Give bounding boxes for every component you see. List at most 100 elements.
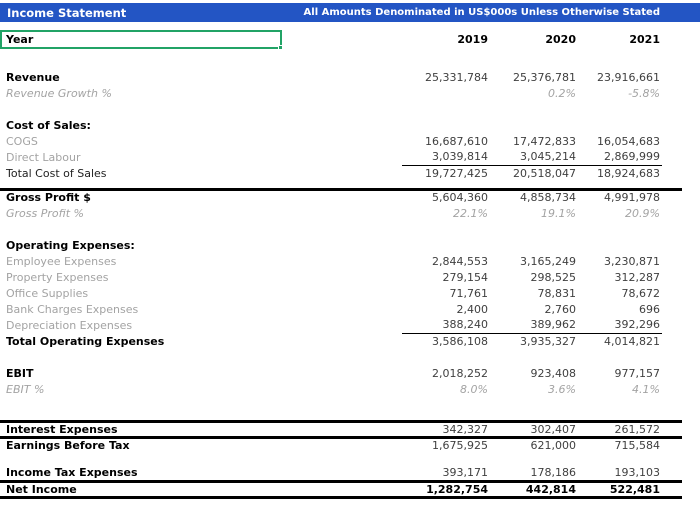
cell-pad: [662, 253, 682, 269]
cell-label[interactable]: Net Income: [0, 481, 282, 499]
cell-value-2019[interactable]: [402, 117, 490, 133]
cell-value-2019[interactable]: 25,331,784: [402, 69, 490, 85]
cell-label[interactable]: COGS: [0, 133, 282, 149]
cell-value-2020[interactable]: 178,186: [490, 465, 578, 483]
cell-value-2021[interactable]: 193,103: [578, 465, 662, 483]
cell-value-2021[interactable]: 4,014,821: [578, 332, 662, 349]
cell-value-2021[interactable]: [578, 237, 662, 253]
cell-value-2021[interactable]: 16,054,683: [578, 133, 662, 149]
cell-value-2019[interactable]: 1,675,925: [402, 437, 490, 453]
cell-value-2020[interactable]: 3,165,249: [490, 253, 578, 269]
cell-label[interactable]: Employee Expenses: [0, 253, 282, 269]
col-header-2019[interactable]: 2019: [402, 30, 490, 49]
cell-value-2021[interactable]: 977,157: [578, 365, 662, 381]
cell-label[interactable]: Cost of Sales:: [0, 117, 282, 133]
selected-cell-year[interactable]: Year: [0, 30, 282, 49]
cell-value-2019[interactable]: 16,687,610: [402, 133, 490, 149]
cell-value-2019[interactable]: 19,727,425: [402, 164, 490, 181]
cell-value-2021[interactable]: 696: [578, 301, 662, 317]
cell-value-2019[interactable]: 3,039,814: [402, 149, 490, 165]
cell-value-2021[interactable]: 23,916,661: [578, 69, 662, 85]
cell-value-2021[interactable]: 261,572: [578, 419, 662, 439]
cell-value-2019[interactable]: 388,240: [402, 317, 490, 333]
cell-value-2020[interactable]: 78,831: [490, 285, 578, 301]
cell-value-2021[interactable]: 2,869,999: [578, 149, 662, 165]
cell-value-2020[interactable]: 302,407: [490, 419, 578, 439]
cell-value-2019[interactable]: 2,844,553: [402, 253, 490, 269]
cell-value-2021[interactable]: 392,296: [578, 317, 662, 333]
cell-value-2019[interactable]: 1,282,754: [402, 481, 490, 499]
cell-pad: [662, 133, 682, 149]
cell-value-2021[interactable]: [578, 117, 662, 133]
cell-value-2019[interactable]: [402, 237, 490, 253]
cell-value-2019[interactable]: 3,586,108: [402, 332, 490, 349]
cell-label[interactable]: Total Cost of Sales: [0, 165, 282, 181]
cell-value-2020[interactable]: 923,408: [490, 365, 578, 381]
cell-value-2020[interactable]: [490, 117, 578, 133]
cell-label[interactable]: Interest Expenses: [0, 419, 282, 439]
cell-label[interactable]: Direct Labour: [0, 149, 282, 165]
cell-value-2019[interactable]: 393,171: [402, 465, 490, 483]
cell-value-2020[interactable]: 2,760: [490, 301, 578, 317]
cell-value-2021[interactable]: 522,481: [578, 481, 662, 499]
cell-label[interactable]: EBIT: [0, 365, 282, 381]
cell-value-2020[interactable]: 3,935,327: [490, 332, 578, 349]
col-header-2020[interactable]: 2020: [490, 30, 578, 49]
cell-value-2021[interactable]: 3,230,871: [578, 253, 662, 269]
cell-value-2019[interactable]: 2,018,252: [402, 365, 490, 381]
cell-label[interactable]: Revenue: [0, 69, 282, 85]
cell-value-2019[interactable]: 22.1%: [402, 205, 490, 221]
cell-value-2020[interactable]: 17,472,833: [490, 133, 578, 149]
cell-label[interactable]: Office Supplies: [0, 285, 282, 301]
cell-value-2020[interactable]: 621,000: [490, 437, 578, 453]
cell-value-2021[interactable]: 78,672: [578, 285, 662, 301]
cell-pad: [662, 437, 682, 453]
cell-value-2021[interactable]: 4.1%: [578, 381, 662, 397]
cell-label[interactable]: Depreciation Expenses: [0, 317, 282, 333]
cell-label[interactable]: Gross Profit $: [0, 189, 282, 205]
cell-value-2021[interactable]: 20.9%: [578, 205, 662, 221]
cell-value-2021[interactable]: -5.8%: [578, 85, 662, 101]
cell-label[interactable]: Income Tax Expenses: [0, 465, 282, 483]
cell-value-2020[interactable]: [490, 237, 578, 253]
cell-value-2019[interactable]: 2,400: [402, 301, 490, 317]
col-header-2021[interactable]: 2021: [578, 30, 662, 49]
cell-value-2021[interactable]: 312,287: [578, 269, 662, 285]
cell-value-2021[interactable]: 715,584: [578, 437, 662, 453]
cell-value-2020[interactable]: 389,962: [490, 317, 578, 333]
cell-value-2019[interactable]: 71,761: [402, 285, 490, 301]
cell-value-2020[interactable]: 25,376,781: [490, 69, 578, 85]
cell-value-2019[interactable]: 5,604,360: [402, 189, 490, 205]
cell-value-2021[interactable]: 4,991,978: [578, 189, 662, 205]
cell-value-2019[interactable]: 8.0%: [402, 381, 490, 397]
cell-value-2021[interactable]: 18,924,683: [578, 164, 662, 181]
cell-label[interactable]: Property Expenses: [0, 269, 282, 285]
cell-label[interactable]: Earnings Before Tax: [0, 437, 282, 453]
cell-label[interactable]: Gross Profit %: [0, 205, 282, 221]
sheet-title: Income Statement: [7, 5, 127, 20]
cell-pad: [662, 465, 682, 483]
cell-value-2020[interactable]: 19.1%: [490, 205, 578, 221]
cell-value-2020[interactable]: 298,525: [490, 269, 578, 285]
cell-value-2020[interactable]: 20,518,047: [490, 164, 578, 181]
blank-row: [0, 349, 682, 365]
cell-label[interactable]: Total Operating Expenses: [0, 333, 282, 349]
cell-label[interactable]: Bank Charges Expenses: [0, 301, 282, 317]
cell-label[interactable]: EBIT %: [0, 381, 282, 397]
cell-pad: [662, 30, 682, 49]
cell-value-2019[interactable]: 279,154: [402, 269, 490, 285]
cell-label[interactable]: Operating Expenses:: [0, 237, 282, 253]
cell-value-2020[interactable]: 3.6%: [490, 381, 578, 397]
cell-value-2020[interactable]: 3,045,214: [490, 149, 578, 165]
cell-value-2020[interactable]: 442,814: [490, 481, 578, 499]
blank-row: [0, 221, 682, 237]
fill-handle[interactable]: [278, 45, 282, 49]
cell-label[interactable]: Revenue Growth %: [0, 85, 282, 101]
cell-gap: [282, 437, 402, 453]
cell-value-2020[interactable]: 0.2%: [490, 85, 578, 101]
cell-value-2020[interactable]: 4,858,734: [490, 189, 578, 205]
cell-value-2019[interactable]: 342,327: [402, 419, 490, 439]
cell-pad: [662, 117, 682, 133]
cell-pad: [662, 419, 682, 439]
cell-value-2019[interactable]: [402, 85, 490, 101]
